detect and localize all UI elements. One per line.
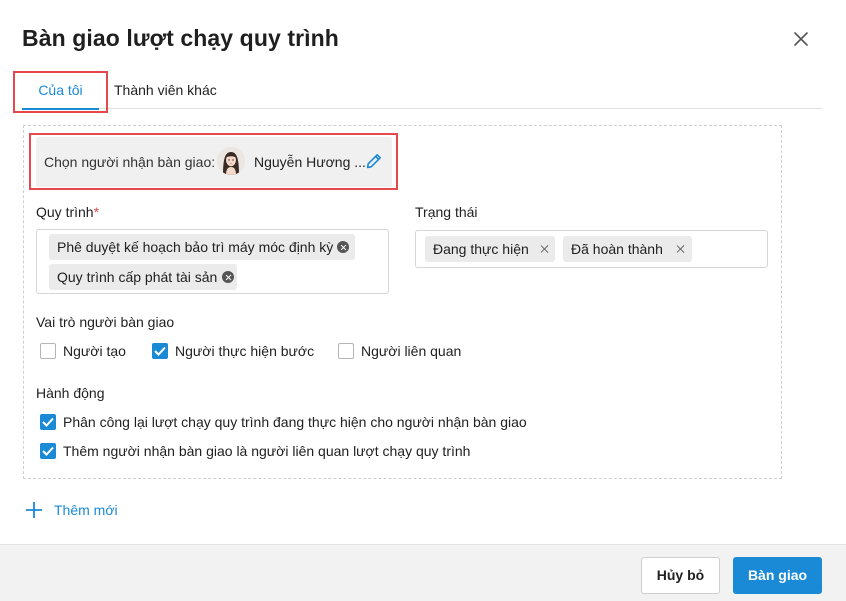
actions-label: Hành động <box>36 385 105 401</box>
receiver-selector[interactable]: Chọn người nhận bàn giao: Nguyễn Hương .… <box>36 137 392 187</box>
checkmark-icon <box>154 346 166 356</box>
pencil-icon[interactable] <box>366 153 382 169</box>
checkmark-icon <box>42 446 54 456</box>
role-related-checkbox[interactable] <box>338 343 354 359</box>
receiver-label: Chọn người nhận bàn giao: <box>44 154 216 170</box>
roles-label: Vai trò người bàn giao <box>36 314 175 330</box>
remove-chip-icon[interactable] <box>675 244 685 254</box>
remove-chip-icon[interactable] <box>222 271 234 283</box>
plus-icon <box>26 502 42 518</box>
status-chip-label: Đã hoàn thành <box>571 241 663 257</box>
action-reassign-checkbox[interactable] <box>40 414 56 430</box>
handover-dialog: Bàn giao lượt chạy quy trình Của tôi Thà… <box>0 0 846 601</box>
status-chip: Đang thực hiện <box>425 236 555 262</box>
required-mark: * <box>93 204 100 220</box>
handover-button[interactable]: Bàn giao <box>733 557 822 594</box>
dialog-footer: Hủy bỏ Bàn giao <box>0 544 846 601</box>
remove-chip-icon[interactable] <box>337 241 349 253</box>
checkmark-icon <box>42 417 54 427</box>
action-add-related-checkbox[interactable] <box>40 443 56 459</box>
role-step-performer-checkbox[interactable] <box>152 343 168 359</box>
dialog-title: Bàn giao lượt chạy quy trình <box>22 25 339 51</box>
receiver-name: Nguyễn Hương ... <box>254 154 366 170</box>
remove-chip-icon[interactable] <box>539 244 549 254</box>
role-creator-label[interactable]: Người tạo <box>63 343 126 359</box>
close-icon[interactable] <box>792 30 810 48</box>
process-label: Quy trình* <box>36 204 100 220</box>
tab-mine[interactable]: Của tôi <box>22 72 99 110</box>
process-multiselect[interactable]: Phê duyệt kế hoạch bảo trì máy móc định … <box>36 229 389 294</box>
process-chip-label: Quy trình cấp phát tài sản <box>57 269 218 285</box>
tab-other-members[interactable]: Thành viên khác <box>114 72 217 109</box>
cancel-button[interactable]: Hủy bỏ <box>641 557 720 594</box>
role-creator-checkbox[interactable] <box>40 343 56 359</box>
status-chip: Đã hoàn thành <box>563 236 692 262</box>
process-chip: Phê duyệt kế hoạch bảo trì máy móc định … <box>49 234 355 260</box>
process-chip-label: Phê duyệt kế hoạch bảo trì máy móc định … <box>57 239 334 255</box>
role-step-performer-label[interactable]: Người thực hiện bước <box>175 343 314 359</box>
process-chip: Quy trình cấp phát tài sản <box>49 264 237 290</box>
action-add-related-label[interactable]: Thêm người nhận bàn giao là người liên q… <box>63 443 470 459</box>
status-label: Trạng thái <box>415 204 478 220</box>
tab-bar: Của tôi Thành viên khác <box>22 72 822 110</box>
avatar <box>217 147 245 175</box>
add-new-label: Thêm mới <box>54 502 118 518</box>
status-multiselect[interactable]: Đang thực hiện Đã hoàn thành <box>415 230 768 268</box>
action-reassign-label[interactable]: Phân công lại lượt chạy quy trình đang t… <box>63 414 527 430</box>
role-related-label[interactable]: Người liên quan <box>361 343 461 359</box>
status-chip-label: Đang thực hiện <box>433 241 529 257</box>
